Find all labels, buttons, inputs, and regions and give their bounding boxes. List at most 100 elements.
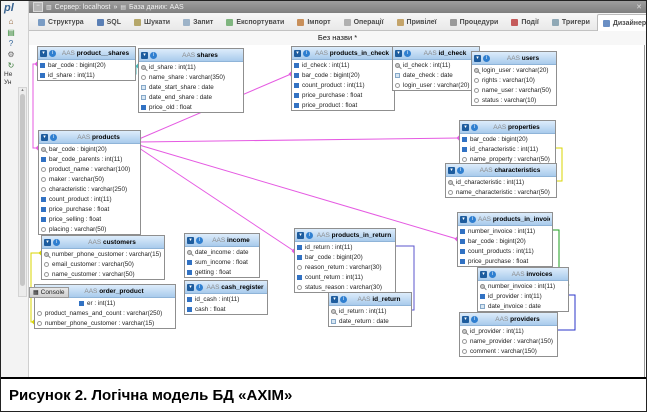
tab-sql[interactable]: SQL bbox=[91, 13, 127, 30]
collapse-icon[interactable]: ▾ bbox=[462, 124, 469, 131]
tab-privileges[interactable]: Привілеї bbox=[391, 13, 443, 30]
breadcrumb-database-link[interactable]: База даних: AAS bbox=[129, 4, 184, 11]
table-options-icon[interactable]: i bbox=[150, 52, 157, 59]
table-header[interactable]: ▾iAAS characteristics bbox=[446, 164, 556, 177]
table-header[interactable]: ▾iAAS products_in_invoices bbox=[458, 213, 552, 226]
db-table-products_in_invoices[interactable]: ▾iAAS products_in_invoicesnumber_invoice… bbox=[457, 212, 553, 267]
tab-label: Запит bbox=[193, 19, 213, 26]
table-options-icon[interactable]: i bbox=[457, 167, 464, 174]
scrollbar-thumb[interactable] bbox=[20, 94, 25, 286]
tab-query[interactable]: Запит bbox=[177, 13, 219, 30]
db-table-products[interactable]: ▾iAAS productsbar_code : bigint(20)bar_c… bbox=[38, 130, 141, 235]
tab-search[interactable]: Шукати bbox=[128, 13, 176, 30]
table-header[interactable]: ▾iAAS products_in_check bbox=[292, 47, 394, 60]
table-header[interactable]: ▾iAAS products bbox=[39, 131, 140, 144]
home-icon[interactable]: ⌂ bbox=[1, 16, 21, 27]
tab-export[interactable]: Експортувати bbox=[220, 13, 290, 30]
db-table-products_in_return[interactable]: ▾iAAS products_in_returnid_return : int(… bbox=[294, 228, 396, 293]
collapse-icon[interactable]: ▾ bbox=[294, 50, 301, 57]
tab-structure[interactable]: Структура bbox=[32, 13, 90, 30]
table-options-icon[interactable]: i bbox=[53, 239, 60, 246]
collapse-icon[interactable]: ▾ bbox=[460, 216, 467, 223]
breadcrumb: − ▥ Сервер: localhost » ▤ База даних: AA… bbox=[29, 1, 646, 13]
table-options-icon[interactable]: i bbox=[303, 50, 310, 57]
collapse-icon[interactable]: ▾ bbox=[141, 52, 148, 59]
db-table-products_in_check[interactable]: ▾iAAS products_in_checkid_check : int(11… bbox=[291, 46, 395, 111]
breadcrumb-server-link[interactable]: Сервер: localhost bbox=[55, 4, 111, 11]
table-header[interactable]: ▾iAAS id_check bbox=[393, 47, 479, 60]
db-table-id_check[interactable]: ▾iAAS id_checkid_check : int(11)date_che… bbox=[392, 46, 480, 91]
collapse-icon[interactable]: ▾ bbox=[44, 239, 51, 246]
field-label: login_user : varchar(20) bbox=[403, 82, 470, 89]
tab-designer[interactable]: Дизайнер bbox=[597, 14, 646, 31]
collapse-icon[interactable]: ▾ bbox=[331, 296, 338, 303]
table-header[interactable]: ▾iAAS products_in_return bbox=[295, 229, 395, 242]
table-field: count_return : int(11) bbox=[295, 272, 395, 282]
scroll-up-icon[interactable]: ▲ bbox=[19, 87, 26, 92]
table-options-icon[interactable]: i bbox=[196, 284, 203, 291]
navigation-sidebar: pl ⌂▤?⚙↻ Не Ун ▲ bbox=[1, 1, 29, 377]
collapse-icon[interactable]: ▾ bbox=[395, 50, 402, 57]
collapse-icon[interactable]: ▾ bbox=[187, 284, 194, 291]
table-options-icon[interactable]: i bbox=[196, 237, 203, 244]
help-icon[interactable]: ? bbox=[1, 38, 21, 49]
table-options-icon[interactable]: i bbox=[471, 124, 478, 131]
table-options-icon[interactable]: i bbox=[49, 50, 56, 57]
db-table-customers[interactable]: ▾iAAS customersnumber_phone_customer : v… bbox=[41, 235, 165, 280]
collapse-icon[interactable]: ▾ bbox=[462, 316, 469, 323]
table-options-icon[interactable]: i bbox=[340, 296, 347, 303]
tab-operations[interactable]: Операції bbox=[338, 13, 390, 30]
db-table-product__shares[interactable]: ▾iAAS product__sharesbar_code : bigint(2… bbox=[37, 46, 136, 81]
table-options-icon[interactable]: i bbox=[483, 55, 490, 62]
db-table-invoices[interactable]: ▾iAAS invoicesnumber_invoice : int(11)id… bbox=[477, 267, 569, 312]
text-field-icon bbox=[448, 190, 453, 195]
table-header[interactable]: ▾iAAS customers bbox=[42, 236, 164, 249]
table-header[interactable]: ▾iAAS cash_register bbox=[185, 281, 267, 294]
table-header[interactable]: ▾iAAS income bbox=[185, 234, 259, 247]
collapse-icon[interactable]: ▾ bbox=[40, 50, 47, 57]
table-options-icon[interactable]: i bbox=[471, 316, 478, 323]
db-table-providers[interactable]: ▾iAAS providersid_provider : int(11)name… bbox=[459, 312, 558, 357]
refresh-icon[interactable]: ↻ bbox=[1, 60, 21, 71]
close-icon[interactable]: ✕ bbox=[636, 3, 642, 11]
collapse-icon[interactable]: ▾ bbox=[474, 55, 481, 62]
sidebar-scrollbar[interactable]: ▲ bbox=[18, 87, 27, 297]
db-table-cash_register[interactable]: ▾iAAS cash_registerid_cash : int(11)cash… bbox=[184, 280, 268, 315]
table-options-icon[interactable]: i bbox=[50, 134, 57, 141]
db-table-users[interactable]: ▾iAAS userslogin_user : varchar(20)right… bbox=[471, 51, 557, 106]
table-options-icon[interactable]: i bbox=[469, 216, 476, 223]
table-header[interactable]: ▾iAAS id_return bbox=[329, 293, 411, 306]
table-title: AAS properties bbox=[480, 124, 553, 131]
collapse-icon[interactable]: ▾ bbox=[41, 134, 48, 141]
collapse-icon[interactable]: ▾ bbox=[297, 232, 304, 239]
collapse-icon[interactable]: ▾ bbox=[480, 271, 487, 278]
tab-triggers[interactable]: Тригери bbox=[546, 13, 596, 30]
new-window-icon[interactable]: ▤ bbox=[1, 27, 21, 38]
db-table-id_return[interactable]: ▾iAAS id_returnid_return : int(11)date_r… bbox=[328, 292, 412, 327]
table-header[interactable]: ▾iAAS product__shares bbox=[38, 47, 135, 60]
table-header[interactable]: ▾iAAS invoices bbox=[478, 268, 568, 281]
tab-procedures[interactable]: Процедури bbox=[444, 13, 505, 30]
table-header[interactable]: ▾iAAS shares bbox=[139, 49, 243, 62]
window-minimize-button[interactable]: − bbox=[33, 2, 43, 12]
collapse-icon[interactable]: ▾ bbox=[187, 237, 194, 244]
console-toggle[interactable]: ▦ Console bbox=[29, 287, 69, 298]
table-header[interactable]: ▾iAAS providers bbox=[460, 313, 557, 326]
db-table-shares[interactable]: ▾iAAS sharesid_share : int(11)name_share… bbox=[138, 48, 244, 113]
field-label: date_invoice : date bbox=[488, 303, 541, 310]
table-header[interactable]: ▾iAAS properties bbox=[460, 121, 555, 134]
collapse-icon[interactable]: ▾ bbox=[448, 167, 455, 174]
tab-import[interactable]: Імпорт bbox=[291, 13, 336, 30]
table-options-icon[interactable]: i bbox=[489, 271, 496, 278]
table-options-icon[interactable]: i bbox=[306, 232, 313, 239]
db-table-properties[interactable]: ▾iAAS propertiesbar_code : bigint(20)id_… bbox=[459, 120, 556, 165]
tab-events[interactable]: Події bbox=[505, 13, 545, 30]
table-options-icon[interactable]: i bbox=[404, 50, 411, 57]
db-table-income[interactable]: ▾iAAS incomedate_income : datesum_income… bbox=[184, 233, 260, 278]
table-field: id_cash : int(11) bbox=[185, 294, 267, 304]
table-header[interactable]: ▾iAAS users bbox=[472, 52, 556, 65]
table-field: placing : varchar(50) bbox=[39, 224, 140, 234]
export-icon bbox=[226, 19, 233, 26]
settings-icon[interactable]: ⚙ bbox=[1, 49, 21, 60]
db-table-characteristics[interactable]: ▾iAAS characteristicsid_characteristic :… bbox=[445, 163, 557, 198]
